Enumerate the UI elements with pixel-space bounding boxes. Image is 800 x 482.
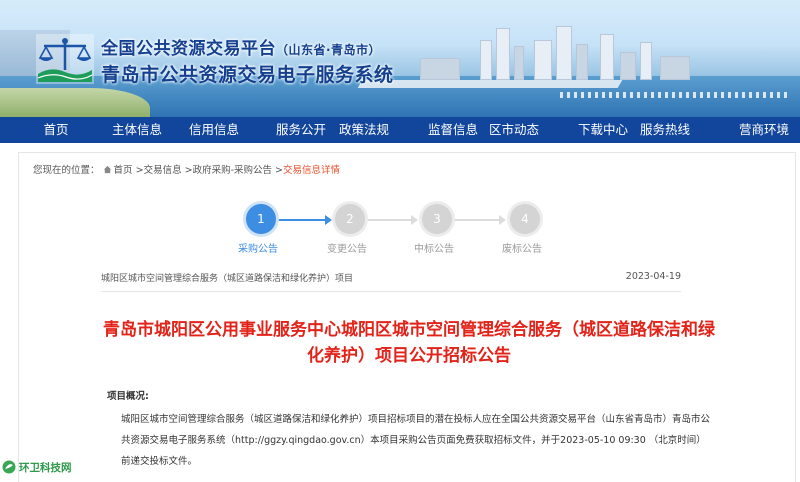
- banner-building: [514, 46, 524, 80]
- step-2-circle[interactable]: 2: [335, 204, 365, 234]
- site-title-platform-text: 全国公共资源交易平台: [101, 39, 276, 59]
- step-1-circle[interactable]: 1: [246, 204, 276, 234]
- nav-item-service-disclosure[interactable]: 服务公开: [276, 117, 326, 143]
- notice-steps: 1 2 3 4 采购公告 变更公告 中标公告 废标公告: [19, 153, 797, 263]
- nav-item-district-news[interactable]: 区市动态: [450, 117, 578, 143]
- banner-building: [640, 42, 652, 80]
- banner-building: [620, 52, 636, 80]
- banner-boats: [560, 92, 790, 98]
- nav-item-credit-info[interactable]: 信用信息: [152, 117, 276, 143]
- step-connector: [365, 219, 413, 221]
- watermark-text: 环卫科技网: [19, 461, 72, 474]
- site-title-region: （山东省·青岛市）: [276, 43, 382, 57]
- banner-building: [576, 44, 588, 80]
- leaf-globe-icon: [2, 460, 16, 474]
- content-card: 您现在的位置： 首页 >交易信息 >政府采购-采购公告 >交易信息详情 1 2 …: [18, 152, 796, 482]
- step-4-label[interactable]: 废标公告: [502, 240, 542, 255]
- step-arrow: [325, 215, 332, 225]
- step-connector: [453, 219, 501, 221]
- nav-item-business-env[interactable]: 营商环境: [728, 117, 800, 143]
- nav-item-downloads[interactable]: 下载中心: [578, 117, 628, 143]
- divider: [101, 291, 681, 292]
- section-title-overview: 项目概况:: [107, 391, 149, 402]
- nav-item-policies[interactable]: 政策法规: [300, 117, 428, 143]
- nav-item-home[interactable]: 首页: [0, 117, 112, 143]
- watermark: 环卫科技网: [2, 458, 72, 476]
- notice-project-name: 城阳区城市空间管理综合服务（城区道路保洁和绿化养护）项目: [101, 274, 354, 284]
- banner-building: [600, 34, 614, 80]
- nav-item-entity-info[interactable]: 主体信息: [112, 117, 162, 143]
- notice-meta: 城阳区城市空间管理综合服务（城区道路保洁和绿化养护）项目 2023-04-19: [101, 271, 681, 287]
- banner-pier: [357, 80, 623, 88]
- step-3-label[interactable]: 中标公告: [414, 240, 454, 255]
- step-1-label[interactable]: 采购公告: [238, 240, 278, 255]
- banner-building: [660, 56, 690, 80]
- step-arrow: [499, 215, 506, 225]
- banner-building: [534, 40, 552, 80]
- notice-headline: 青岛市城阳区公用事业服务中心城阳区城市空间管理综合服务（城区道路保洁和绿化养护）…: [103, 320, 715, 366]
- scales-of-justice-logo-icon[interactable]: [36, 34, 94, 84]
- nav-item-supervision[interactable]: 监督信息: [428, 117, 478, 143]
- banner-building: [496, 28, 510, 80]
- step-4-circle[interactable]: 4: [510, 204, 540, 234]
- banner-building: [420, 58, 460, 80]
- banner-building: [556, 26, 572, 80]
- nav-item-hotline[interactable]: 服务热线: [602, 117, 728, 143]
- header-banner: 全国公共资源交易平台（山东省·青岛市） 青岛市公共资源交易电子服务系统: [0, 0, 800, 117]
- step-connector: [277, 219, 329, 221]
- site-title-platform: 全国公共资源交易平台（山东省·青岛市）: [101, 34, 381, 59]
- main-nav: 首页 主体信息 信用信息 服务公开 政策法规 监督信息 区市动态 下载中心 服务…: [0, 117, 800, 143]
- site-title-system: 青岛市公共资源交易电子服务系统: [101, 64, 394, 86]
- step-2-label[interactable]: 变更公告: [327, 240, 367, 255]
- step-arrow: [411, 215, 418, 225]
- banner-shore: [0, 88, 150, 117]
- notice-date: 2023-04-19: [625, 271, 681, 282]
- notice-body-text: 城阳区城市空间管理综合服务（城区道路保洁和绿化养护）项目招标项目的潜在投标人应在…: [121, 414, 711, 467]
- banner-building: [480, 40, 492, 80]
- step-3-circle[interactable]: 3: [422, 204, 452, 234]
